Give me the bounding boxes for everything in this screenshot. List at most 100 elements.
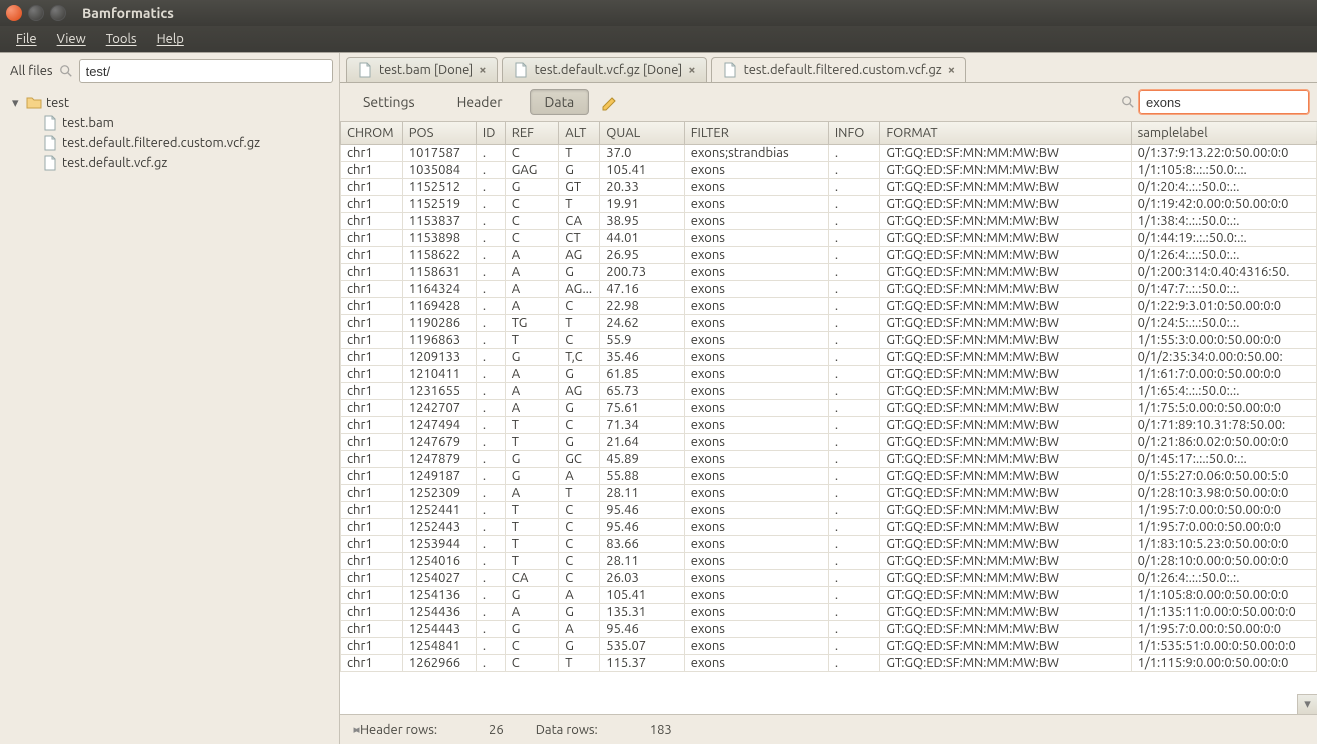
- table-cell: .: [476, 315, 505, 332]
- table-row[interactable]: chr11252309.AT28.11exons.GT:GQ:ED:SF:MN:…: [341, 485, 1317, 502]
- table-row[interactable]: chr11254136.GA105.41exons.GT:GQ:ED:SF:MN…: [341, 587, 1317, 604]
- table-cell: .: [476, 655, 505, 672]
- tab-header-button[interactable]: Header: [442, 89, 518, 115]
- table-cell: .: [476, 434, 505, 451]
- document-tab[interactable]: test.default.filtered.custom.vcf.gz×: [711, 57, 967, 82]
- column-header[interactable]: ALT: [559, 122, 600, 145]
- data-table: CHROMPOSIDREFALTQUALFILTERINFOFORMATsamp…: [340, 122, 1317, 672]
- table-cell: .: [828, 468, 879, 485]
- table-row[interactable]: chr11164324.AAG...47.16exons.GT:GQ:ED:SF…: [341, 281, 1317, 298]
- column-header[interactable]: CHROM: [341, 122, 403, 145]
- table-row[interactable]: chr11254016.TC28.11exons.GT:GQ:ED:SF:MN:…: [341, 553, 1317, 570]
- menu-file[interactable]: File: [8, 29, 45, 49]
- table-row[interactable]: chr11253944.TC83.66exons.GT:GQ:ED:SF:MN:…: [341, 536, 1317, 553]
- table-cell: .: [476, 604, 505, 621]
- table-row[interactable]: chr11017587.CT37.0exons;strandbias.GT:GQ…: [341, 145, 1317, 162]
- tab-settings-button[interactable]: Settings: [348, 89, 430, 115]
- table-row[interactable]: chr11254443.GA95.46exons.GT:GQ:ED:SF:MN:…: [341, 621, 1317, 638]
- window-close-button[interactable]: [6, 5, 22, 21]
- table-header-row[interactable]: CHROMPOSIDREFALTQUALFILTERINFOFORMATsamp…: [341, 122, 1317, 145]
- window-minimize-button[interactable]: [28, 5, 44, 21]
- table-cell: .: [476, 553, 505, 570]
- window-maximize-button[interactable]: [50, 5, 66, 21]
- table-cell: .: [828, 196, 879, 213]
- menu-view[interactable]: View: [49, 29, 94, 49]
- tree-file[interactable]: test.default.filtered.custom.vcf.gz: [6, 133, 333, 153]
- table-cell: 55.9: [600, 332, 684, 349]
- table-row[interactable]: chr11209133.GT,C35.46exons.GT:GQ:ED:SF:M…: [341, 349, 1317, 366]
- table-row[interactable]: chr11242707.AG75.61exons.GT:GQ:ED:SF:MN:…: [341, 400, 1317, 417]
- table-row[interactable]: chr11158631.AG200.73exons.GT:GQ:ED:SF:MN…: [341, 264, 1317, 281]
- table-row[interactable]: chr11249187.GA55.88exons.GT:GQ:ED:SF:MN:…: [341, 468, 1317, 485]
- table-row[interactable]: chr11231655.AAG65.73exons.GT:GQ:ED:SF:MN…: [341, 383, 1317, 400]
- table-cell: GT:GQ:ED:SF:MN:MM:MW:BW: [880, 655, 1131, 672]
- table-row[interactable]: chr11158622.AAG26.95exons.GT:GQ:ED:SF:MN…: [341, 247, 1317, 264]
- table-cell: GT:GQ:ED:SF:MN:MM:MW:BW: [880, 621, 1131, 638]
- table-row[interactable]: chr11210411.AG61.85exons.GT:GQ:ED:SF:MN:…: [341, 366, 1317, 383]
- table-row[interactable]: chr11254436.AG135.31exons.GT:GQ:ED:SF:MN…: [341, 604, 1317, 621]
- column-header[interactable]: INFO: [828, 122, 879, 145]
- table-filter-input[interactable]: [1139, 90, 1309, 114]
- table-cell: C: [505, 213, 559, 230]
- tree-folder-root[interactable]: ▾ test: [6, 93, 333, 113]
- table-cell: chr1: [341, 264, 403, 281]
- table-row[interactable]: chr11252443.TC95.46exons.GT:GQ:ED:SF:MN:…: [341, 519, 1317, 536]
- table-cell: C: [505, 230, 559, 247]
- sidebar-search-input[interactable]: [79, 59, 333, 83]
- table-row[interactable]: chr11247494.TC71.34exons.GT:GQ:ED:SF:MN:…: [341, 417, 1317, 434]
- column-header[interactable]: QUAL: [600, 122, 684, 145]
- file-tree[interactable]: ▾ test test.bam test.default.filtered.cu…: [0, 89, 339, 744]
- column-header[interactable]: POS: [402, 122, 476, 145]
- edit-icon[interactable]: [601, 93, 619, 111]
- table-row[interactable]: chr11169428.AC22.98exons.GT:GQ:ED:SF:MN:…: [341, 298, 1317, 315]
- table-cell: C: [505, 638, 559, 655]
- column-header[interactable]: FILTER: [684, 122, 828, 145]
- table-row[interactable]: chr11262966.CT115.37exons.GT:GQ:ED:SF:MN…: [341, 655, 1317, 672]
- table-cell: chr1: [341, 366, 403, 383]
- table-row[interactable]: chr11254841.CG535.07exons.GT:GQ:ED:SF:MN…: [341, 638, 1317, 655]
- table-cell: 1/1:95:7:0.00:0:50.00:0:0: [1131, 621, 1316, 638]
- table-cell: 0/1:19:42:0.00:0:50.00:0:0: [1131, 196, 1316, 213]
- tab-close-icon[interactable]: ×: [688, 63, 695, 77]
- tab-close-icon[interactable]: ×: [948, 63, 955, 77]
- table-row[interactable]: chr11247679.TG21.64exons.GT:GQ:ED:SF:MN:…: [341, 434, 1317, 451]
- table-cell: .: [828, 366, 879, 383]
- table-row[interactable]: chr11152512.GGT20.33exons.GT:GQ:ED:SF:MN…: [341, 179, 1317, 196]
- tab-data-button[interactable]: Data: [530, 89, 590, 115]
- table-row[interactable]: chr11196863.TC55.9exons.GT:GQ:ED:SF:MN:M…: [341, 332, 1317, 349]
- table-row[interactable]: chr11035084.GAGG105.41exons.GT:GQ:ED:SF:…: [341, 162, 1317, 179]
- menu-help[interactable]: Help: [149, 29, 192, 49]
- scroll-down-button[interactable]: ▾: [1297, 694, 1317, 714]
- column-header[interactable]: ID: [476, 122, 505, 145]
- table-cell: 37.0: [600, 145, 684, 162]
- tree-file[interactable]: test.default.vcf.gz: [6, 153, 333, 173]
- table-cell: 1210411: [402, 366, 476, 383]
- twisty-icon[interactable]: ▾: [12, 96, 22, 111]
- table-row[interactable]: chr11254027.CAC26.03exons.GT:GQ:ED:SF:MN…: [341, 570, 1317, 587]
- table-cell: exons: [684, 400, 828, 417]
- table-cell: .: [828, 281, 879, 298]
- table-cell: GT:GQ:ED:SF:MN:MM:MW:BW: [880, 247, 1131, 264]
- table-cell: G: [559, 264, 600, 281]
- table-cell: 1017587: [402, 145, 476, 162]
- data-table-wrap[interactable]: ▴ ▾ CHROMPOSIDREFALTQUALFILTERINFOFORMAT…: [340, 122, 1317, 714]
- column-header[interactable]: samplelabel: [1131, 122, 1316, 145]
- tree-file[interactable]: test.bam: [6, 113, 333, 133]
- tab-close-icon[interactable]: ×: [479, 63, 486, 77]
- column-header[interactable]: REF: [505, 122, 559, 145]
- table-cell: A: [505, 298, 559, 315]
- table-cell: chr1: [341, 298, 403, 315]
- column-header[interactable]: FORMAT: [880, 122, 1131, 145]
- document-tab[interactable]: test.bam [Done]×: [346, 57, 498, 82]
- table-cell: chr1: [341, 502, 403, 519]
- table-cell: 26.03: [600, 570, 684, 587]
- table-row[interactable]: chr11153898.CCT44.01exons.GT:GQ:ED:SF:MN…: [341, 230, 1317, 247]
- table-row[interactable]: chr11252441.TC95.46exons.GT:GQ:ED:SF:MN:…: [341, 502, 1317, 519]
- menu-tools[interactable]: Tools: [98, 29, 145, 49]
- table-row[interactable]: chr11153837.CCA38.95exons.GT:GQ:ED:SF:MN…: [341, 213, 1317, 230]
- table-row[interactable]: chr11190286.TGT24.62exons.GT:GQ:ED:SF:MN…: [341, 315, 1317, 332]
- table-row[interactable]: chr11247879.GGC45.89exons.GT:GQ:ED:SF:MN…: [341, 451, 1317, 468]
- table-cell: GT:GQ:ED:SF:MN:MM:MW:BW: [880, 264, 1131, 281]
- table-row[interactable]: chr11152519.CT19.91exons.GT:GQ:ED:SF:MN:…: [341, 196, 1317, 213]
- document-tab[interactable]: test.default.vcf.gz [Done]×: [502, 57, 707, 82]
